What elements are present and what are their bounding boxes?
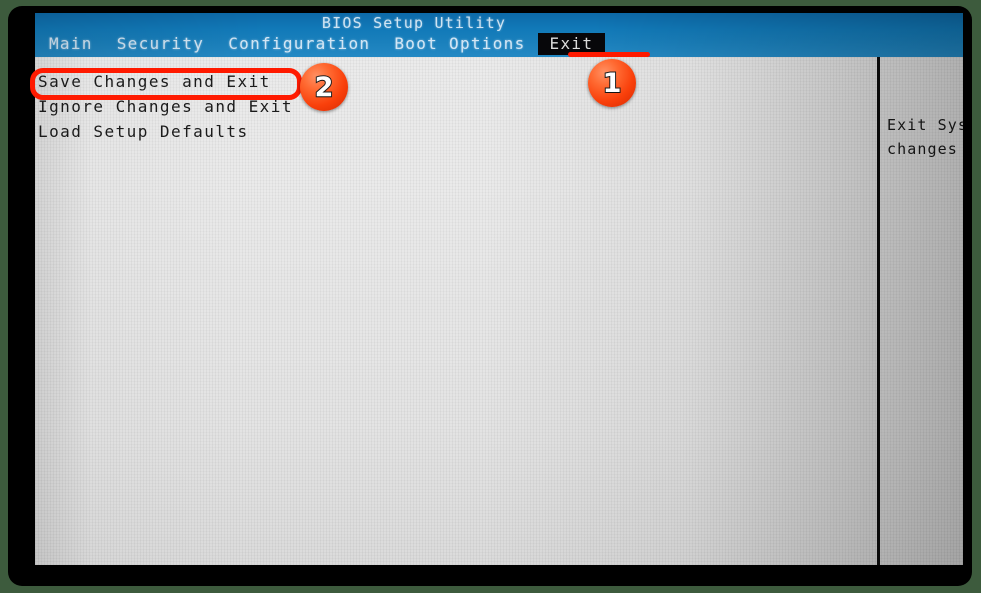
menu-bar[interactable]: Main Security Configuration Boot Options… bbox=[35, 32, 606, 56]
tab-exit[interactable]: Exit bbox=[537, 33, 606, 55]
tab-security[interactable]: Security bbox=[105, 33, 216, 55]
bios-screen: BIOS Setup Utility Main Security Configu… bbox=[35, 13, 963, 565]
callout-badge-1-number: 1 bbox=[602, 67, 623, 99]
bios-setup-screenshot: BIOS Setup Utility Main Security Configu… bbox=[0, 0, 981, 593]
callout-badge-2-number: 2 bbox=[314, 71, 335, 103]
vertical-divider bbox=[877, 57, 880, 565]
exit-menu-list[interactable]: Save Changes and Exit Ignore Changes and… bbox=[35, 69, 335, 144]
top-banner: BIOS Setup Utility Main Security Configu… bbox=[35, 13, 963, 57]
tab-configuration[interactable]: Configuration bbox=[216, 33, 382, 55]
help-panel-line-1: Exit Sys bbox=[887, 116, 963, 134]
help-panel-line-2: changes bbox=[887, 140, 958, 158]
main-content-area: Save Changes and Exit Ignore Changes and… bbox=[35, 57, 963, 565]
page-title: BIOS Setup Utility bbox=[321, 14, 507, 32]
save-changes-and-exit-item[interactable]: Save Changes and Exit bbox=[38, 72, 271, 91]
tab-boot-options[interactable]: Boot Options bbox=[382, 33, 537, 55]
callout-badge-1: 1 bbox=[588, 59, 636, 107]
load-setup-defaults-item[interactable]: Load Setup Defaults bbox=[35, 119, 335, 144]
menu-row[interactable]: Save Changes and Exit bbox=[35, 69, 335, 94]
callout-badge-2: 2 bbox=[300, 63, 348, 111]
tab-main[interactable]: Main bbox=[37, 33, 105, 55]
ignore-changes-and-exit-item[interactable]: Ignore Changes and Exit bbox=[35, 94, 335, 119]
help-panel: Exit Sys changes bbox=[887, 113, 963, 161]
